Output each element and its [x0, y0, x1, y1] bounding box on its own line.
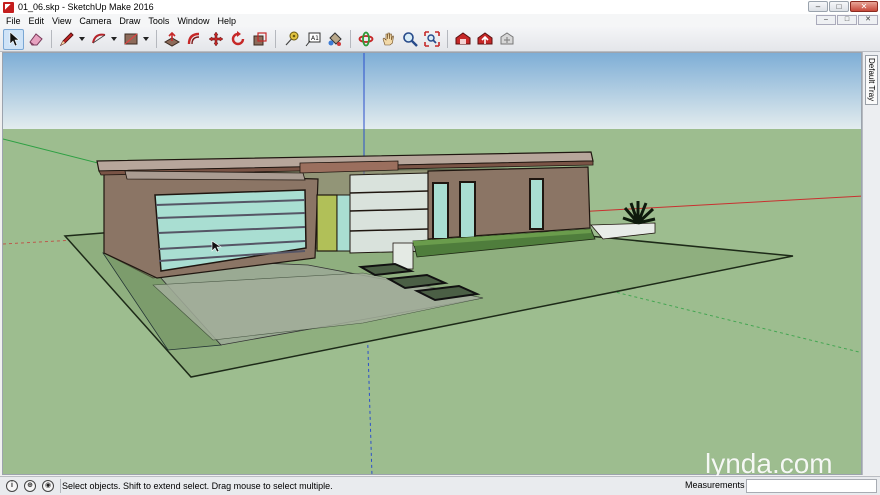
- large-tool-set: A1: [0, 27, 880, 52]
- offset-tool[interactable]: [183, 29, 204, 50]
- scene-drawing: [3, 53, 861, 474]
- menu-draw[interactable]: Draw: [115, 16, 144, 26]
- maximize-button[interactable]: □: [829, 1, 849, 12]
- svg-text:A1: A1: [311, 35, 319, 42]
- push-pull-icon: [163, 31, 180, 47]
- entry-sidelight: [336, 194, 352, 252]
- menu-edit[interactable]: Edit: [25, 16, 49, 26]
- menu-tools[interactable]: Tools: [144, 16, 173, 26]
- text-icon: A1: [305, 32, 320, 47]
- shape-tool-dropdown[interactable]: [142, 29, 150, 50]
- tape-measure-tool[interactable]: [280, 29, 301, 50]
- title-bar: 01_06.skp - SketchUp Make 2016 – □ ✕: [0, 0, 880, 14]
- pencil-icon: [59, 32, 74, 47]
- extension-warehouse-icon: [500, 32, 513, 45]
- extension-warehouse-tool[interactable]: [496, 29, 517, 50]
- zoom-tool[interactable]: [399, 29, 420, 50]
- measurements-label: Measurements: [685, 480, 745, 490]
- magnifier-icon: [402, 32, 418, 47]
- window-title: 01_06.skp - SketchUp Make 2016: [18, 2, 154, 12]
- tall-window: [529, 178, 544, 230]
- status-divider: [60, 479, 61, 493]
- line-tool[interactable]: [56, 29, 77, 50]
- orbit-tool[interactable]: [355, 29, 376, 50]
- orbit-icon: [358, 31, 373, 47]
- paint-bucket-icon: [328, 32, 342, 46]
- pan-tool[interactable]: [377, 29, 398, 50]
- tape-measure-icon: [285, 31, 298, 46]
- menu-file[interactable]: File: [2, 16, 25, 26]
- toolbar-separator: [447, 30, 448, 48]
- default-tray: Default Tray: [862, 52, 880, 475]
- menu-help[interactable]: Help: [213, 16, 240, 26]
- front-door: [316, 194, 338, 252]
- line-tool-dropdown[interactable]: [78, 29, 86, 50]
- scale-tool[interactable]: [249, 29, 270, 50]
- eraser-icon: [28, 33, 43, 46]
- toolbar-separator: [51, 30, 52, 48]
- info-icon[interactable]: i: [6, 480, 18, 492]
- arc-icon: [91, 33, 105, 44]
- share-model-tool[interactable]: [474, 29, 495, 50]
- status-hint: Select objects. Shift to extend select. …: [62, 481, 333, 491]
- warehouse-tool[interactable]: [452, 29, 473, 50]
- user-icon[interactable]: ◉: [42, 480, 54, 492]
- tall-window: [459, 181, 476, 239]
- text-tool[interactable]: A1: [302, 29, 323, 50]
- warehouse-icon: [455, 32, 470, 45]
- close-button[interactable]: ✕: [850, 1, 878, 12]
- select-tool[interactable]: [3, 28, 24, 50]
- move-tool[interactable]: [205, 29, 226, 50]
- menu-bar: File Edit View Camera Draw Tools Window …: [0, 14, 880, 27]
- share-model-icon: [477, 32, 492, 45]
- status-bar: i ⊕ ◉ Select objects. Shift to extend se…: [0, 476, 880, 495]
- arc-tool-dropdown[interactable]: [110, 29, 118, 50]
- sketchup-logo-icon: [3, 1, 14, 13]
- eraser-tool[interactable]: [25, 29, 46, 50]
- rotate-icon: [231, 31, 244, 46]
- minimize-button[interactable]: –: [808, 1, 828, 12]
- menu-camera[interactable]: Camera: [75, 16, 115, 26]
- sky: [3, 53, 861, 129]
- arc-tool[interactable]: [88, 29, 109, 50]
- tall-window: [432, 182, 449, 240]
- shape-tool[interactable]: [120, 29, 141, 50]
- model-viewport[interactable]: [2, 52, 862, 475]
- document-controls: – □ ✕: [816, 15, 878, 25]
- window-controls: – □ ✕: [808, 1, 878, 12]
- garage-eave: [124, 170, 306, 181]
- measurements-input[interactable]: [746, 479, 877, 493]
- doc-close-button[interactable]: ✕: [858, 15, 878, 25]
- move-icon: [208, 31, 223, 47]
- paint-bucket-tool[interactable]: [324, 29, 345, 50]
- geo-location-icon[interactable]: ⊕: [24, 480, 36, 492]
- toolbar-separator: [275, 30, 276, 48]
- doc-restore-button[interactable]: □: [837, 15, 857, 25]
- default-tray-tab[interactable]: Default Tray: [865, 55, 878, 105]
- scale-icon: [253, 32, 267, 46]
- rotate-tool[interactable]: [227, 29, 248, 50]
- toolbar-separator: [350, 30, 351, 48]
- menu-window[interactable]: Window: [173, 16, 213, 26]
- zoom-extents-icon: [423, 31, 440, 47]
- push-pull-tool[interactable]: [161, 29, 182, 50]
- arrow-cursor-icon: [9, 31, 20, 47]
- menu-view[interactable]: View: [48, 16, 75, 26]
- doc-minimize-button[interactable]: –: [816, 15, 836, 25]
- zoom-extents-tool[interactable]: [421, 29, 442, 50]
- right-wing-wall: [427, 166, 591, 240]
- hand-icon: [382, 32, 394, 46]
- rectangle-icon: [124, 33, 137, 45]
- offset-icon: [187, 32, 199, 45]
- toolbar-separator: [156, 30, 157, 48]
